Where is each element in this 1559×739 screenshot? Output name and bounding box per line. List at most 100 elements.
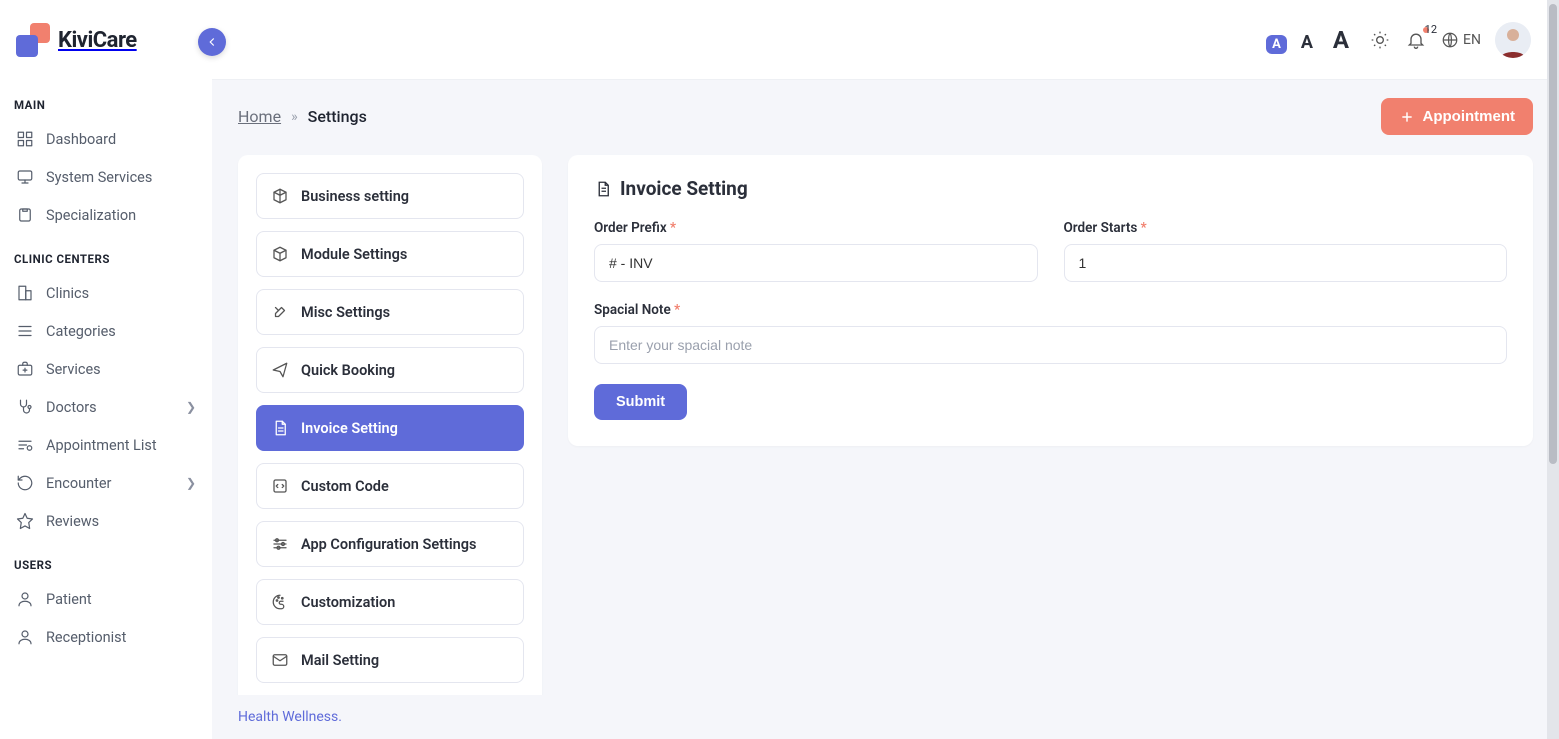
sun-icon	[1370, 30, 1390, 50]
font-size-medium-button[interactable]: A	[1295, 30, 1319, 55]
label-order-starts: Order Starts *	[1064, 220, 1508, 236]
language-label: EN	[1463, 32, 1481, 48]
sidebar-item-label: Doctors	[46, 399, 97, 416]
user-icon	[16, 628, 34, 646]
nav-clinic: Clinics Categories Services Doctors ❯ Ap…	[0, 274, 212, 540]
notifications-button[interactable]: 12	[1405, 29, 1427, 51]
chevron-right-icon: ❯	[186, 476, 196, 490]
bell-icon	[1406, 30, 1426, 50]
required-asterisk: *	[674, 302, 680, 318]
sidebar-item-label: Dashboard	[46, 131, 116, 148]
required-asterisk: *	[670, 220, 676, 236]
sidebar-item-dashboard[interactable]: Dashboard	[8, 120, 204, 158]
tab-business-setting[interactable]: Business setting	[256, 173, 524, 219]
language-selector[interactable]: EN	[1441, 31, 1481, 49]
palette-icon	[271, 593, 289, 611]
document-icon	[271, 419, 289, 437]
appointment-button-label: Appointment	[1423, 108, 1515, 125]
footer-link[interactable]: Health Wellness.	[238, 709, 342, 725]
sidebar-item-categories[interactable]: Categories	[8, 312, 204, 350]
document-icon	[594, 180, 612, 198]
stethoscope-icon	[16, 398, 34, 416]
sidebar-item-label: Patient	[46, 591, 92, 608]
plus-icon	[1399, 109, 1415, 125]
list-icon	[16, 322, 34, 340]
sidebar-item-clinics[interactable]: Clinics	[8, 274, 204, 312]
tab-module-settings[interactable]: Module Settings	[256, 231, 524, 277]
sidebar-item-system-services[interactable]: System Services	[8, 158, 204, 196]
sidebar: KiviCare MAIN Dashboard System Services …	[0, 0, 212, 739]
tab-label: Quick Booking	[301, 362, 395, 379]
sidebar-item-patient[interactable]: Patient	[8, 580, 204, 618]
main: A A A 12 EN Home »	[212, 0, 1559, 739]
field-order-starts: Order Starts *	[1064, 220, 1508, 282]
dashboard-icon	[16, 130, 34, 148]
box-icon	[271, 187, 289, 205]
breadcrumb: Home » Settings	[238, 107, 367, 126]
field-order-prefix: Order Prefix *	[594, 220, 1038, 282]
sidebar-item-doctors[interactable]: Doctors ❯	[8, 388, 204, 426]
appointment-button[interactable]: Appointment	[1381, 98, 1533, 135]
box-icon	[271, 245, 289, 263]
tab-misc-settings[interactable]: Misc Settings	[256, 289, 524, 335]
theme-toggle-button[interactable]	[1369, 29, 1391, 51]
submit-button[interactable]: Submit	[594, 384, 687, 420]
content: Home » Settings Appointment Business set…	[212, 80, 1559, 739]
input-spacial-note[interactable]	[594, 326, 1507, 364]
first-aid-icon	[16, 360, 34, 378]
tab-label: Custom Code	[301, 478, 389, 495]
send-icon	[271, 361, 289, 379]
columns: Business setting Module Settings Misc Se…	[238, 155, 1533, 739]
invoice-setting-card: Invoice Setting Order Prefix * Order Sta…	[568, 155, 1533, 446]
font-size-large-button[interactable]: A	[1327, 24, 1355, 56]
tab-custom-code[interactable]: Custom Code	[256, 463, 524, 509]
notification-count: 12	[1425, 23, 1437, 36]
card-title-text: Invoice Setting	[620, 177, 748, 200]
arrow-left-icon	[205, 35, 219, 49]
input-order-starts[interactable]	[1064, 244, 1508, 282]
chevron-right-icon: ❯	[186, 400, 196, 414]
sidebar-item-services[interactable]: Services	[8, 350, 204, 388]
sidebar-item-appointment-list[interactable]: Appointment List	[8, 426, 204, 464]
sidebar-item-specialization[interactable]: Specialization	[8, 196, 204, 234]
logo-mark-icon	[16, 23, 50, 57]
tab-quick-booking[interactable]: Quick Booking	[256, 347, 524, 393]
input-order-prefix[interactable]	[594, 244, 1038, 282]
field-spacial-note: Spacial Note *	[594, 302, 1507, 364]
tab-label: App Configuration Settings	[301, 536, 476, 553]
history-icon	[16, 474, 34, 492]
tab-label: Module Settings	[301, 246, 407, 263]
scrollbar-thumb[interactable]	[1549, 4, 1557, 464]
building-icon	[16, 284, 34, 302]
code-icon	[271, 477, 289, 495]
tab-customization[interactable]: Customization	[256, 579, 524, 625]
sidebar-item-encounter[interactable]: Encounter ❯	[8, 464, 204, 502]
nav-users: Patient Receptionist	[0, 580, 212, 656]
globe-icon	[1441, 31, 1459, 49]
nav-main: Dashboard System Services Specialization	[0, 120, 212, 234]
topbar: A A A 12 EN	[212, 0, 1559, 80]
tab-label: Misc Settings	[301, 304, 390, 321]
label-order-prefix: Order Prefix *	[594, 220, 1038, 236]
breadcrumb-current: Settings	[308, 107, 367, 126]
sliders-icon	[271, 535, 289, 553]
sidebar-item-label: Reviews	[46, 513, 99, 530]
clipboard-icon	[16, 206, 34, 224]
tab-app-configuration-settings[interactable]: App Configuration Settings	[256, 521, 524, 567]
breadcrumb-home[interactable]: Home	[238, 107, 281, 126]
tab-invoice-setting[interactable]: Invoice Setting	[256, 405, 524, 451]
scrollbar-track[interactable]	[1547, 0, 1559, 739]
sidebar-collapse-button[interactable]	[198, 28, 226, 56]
font-size-small-button[interactable]: A	[1266, 35, 1287, 54]
tab-label: Customization	[301, 594, 395, 611]
avatar-icon	[1495, 22, 1531, 58]
sidebar-item-label: Encounter	[46, 475, 111, 492]
section-users-label: USERS	[0, 540, 212, 580]
logo[interactable]: KiviCare	[16, 23, 137, 57]
sidebar-item-reviews[interactable]: Reviews	[8, 502, 204, 540]
star-icon	[16, 512, 34, 530]
sidebar-item-receptionist[interactable]: Receptionist	[8, 618, 204, 656]
sidebar-item-label: System Services	[46, 169, 152, 186]
user-avatar[interactable]	[1495, 22, 1531, 58]
tab-mail-setting[interactable]: Mail Setting	[256, 637, 524, 683]
